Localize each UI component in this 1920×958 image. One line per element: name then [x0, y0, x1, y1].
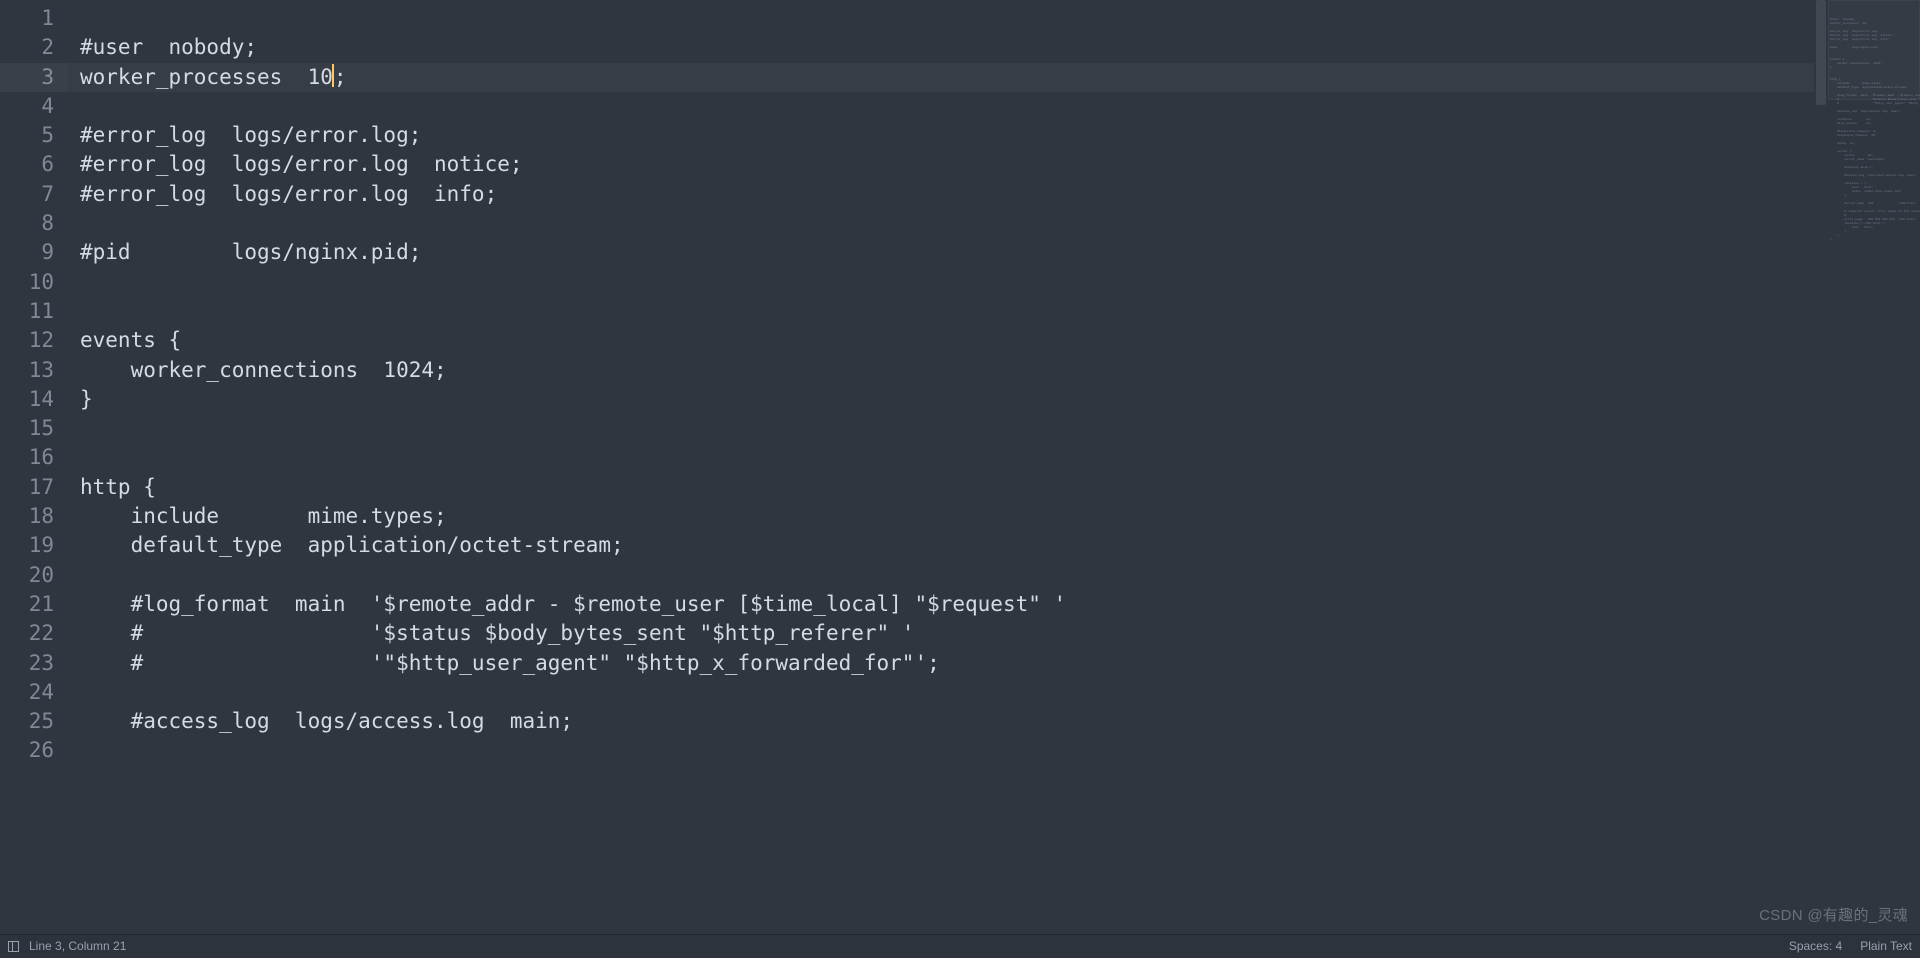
code-line[interactable]: #error_log logs/error.log notice; — [68, 150, 1814, 179]
code-line[interactable]: #pid logs/nginx.pid; — [68, 238, 1814, 267]
line-number[interactable]: 26 — [0, 736, 68, 765]
minimap-viewport-indicator[interactable] — [1828, 0, 1920, 100]
code-line[interactable] — [68, 92, 1814, 121]
code-line[interactable]: #access_log logs/access.log main; — [68, 707, 1814, 736]
code-line[interactable]: default_type application/octet-stream; — [68, 531, 1814, 560]
code-line[interactable]: # '$status $body_bytes_sent "$http_refer… — [68, 619, 1814, 648]
code-area[interactable]: #user nobody;worker_processes 10; #error_… — [68, 0, 1814, 933]
line-number[interactable]: 8 — [0, 209, 68, 238]
editor-viewport: 1234567891011121314151617181920212223242… — [0, 0, 1920, 933]
line-number[interactable]: 1 — [0, 4, 68, 33]
code-line[interactable] — [68, 209, 1814, 238]
indent-setting[interactable]: Spaces: 4 — [1789, 932, 1842, 958]
vertical-scrollbar[interactable] — [1814, 0, 1828, 933]
cursor-position-indicator[interactable]: Line 3, Column 21 — [29, 932, 126, 958]
code-line[interactable] — [68, 736, 1814, 765]
line-number[interactable]: 18 — [0, 502, 68, 531]
line-number[interactable]: 14 — [0, 385, 68, 414]
line-number[interactable]: 22 — [0, 619, 68, 648]
code-line[interactable] — [68, 443, 1814, 472]
line-number[interactable]: 11 — [0, 297, 68, 326]
line-number[interactable]: 6 — [0, 150, 68, 179]
syntax-setting[interactable]: Plain Text — [1860, 932, 1912, 958]
line-number[interactable]: 5 — [0, 121, 68, 150]
code-line[interactable] — [68, 678, 1814, 707]
code-line[interactable]: #error_log logs/error.log; — [68, 121, 1814, 150]
code-line[interactable]: worker_connections 1024; — [68, 356, 1814, 385]
code-line[interactable] — [68, 414, 1814, 443]
line-number[interactable]: 15 — [0, 414, 68, 443]
code-line[interactable]: #user nobody; — [68, 33, 1814, 62]
code-line[interactable] — [68, 561, 1814, 590]
code-line[interactable]: http { — [68, 473, 1814, 502]
line-number[interactable]: 17 — [0, 473, 68, 502]
line-number[interactable]: 13 — [0, 356, 68, 385]
code-line[interactable] — [68, 268, 1814, 297]
code-line[interactable] — [68, 297, 1814, 326]
line-number-gutter[interactable]: 1234567891011121314151617181920212223242… — [0, 0, 68, 933]
code-line[interactable]: #error_log logs/error.log info; — [68, 180, 1814, 209]
code-line[interactable]: events { — [68, 326, 1814, 355]
code-line[interactable]: #log_format main '$remote_addr - $remote… — [68, 590, 1814, 619]
code-line[interactable]: } — [68, 385, 1814, 414]
code-line[interactable]: # '"$http_user_agent" "$http_x_forwarded… — [68, 649, 1814, 678]
line-number[interactable]: 9 — [0, 238, 68, 267]
line-number[interactable]: 10 — [0, 268, 68, 297]
vertical-scrollbar-thumb[interactable] — [1816, 0, 1826, 105]
line-number[interactable]: 16 — [0, 443, 68, 472]
panel-toggle-icon[interactable] — [8, 941, 19, 952]
line-number[interactable]: 12 — [0, 326, 68, 355]
line-number[interactable]: 21 — [0, 590, 68, 619]
line-number[interactable]: 7 — [0, 180, 68, 209]
code-line[interactable]: include mime.types; — [68, 502, 1814, 531]
minimap[interactable]: #user nobody; worker_processes 10; #erro… — [1828, 0, 1920, 933]
line-number[interactable]: 23 — [0, 649, 68, 678]
code-line[interactable] — [68, 4, 1814, 33]
code-line[interactable]: worker_processes 10; — [68, 63, 1814, 92]
line-number[interactable]: 20 — [0, 561, 68, 590]
line-number[interactable]: 25 — [0, 707, 68, 736]
line-number[interactable]: 2 — [0, 33, 68, 62]
line-number[interactable]: 4 — [0, 92, 68, 121]
line-number[interactable]: 19 — [0, 531, 68, 560]
status-bar: Line 3, Column 21 Spaces: 4 Plain Text — [0, 934, 1920, 958]
line-number[interactable]: 24 — [0, 678, 68, 707]
